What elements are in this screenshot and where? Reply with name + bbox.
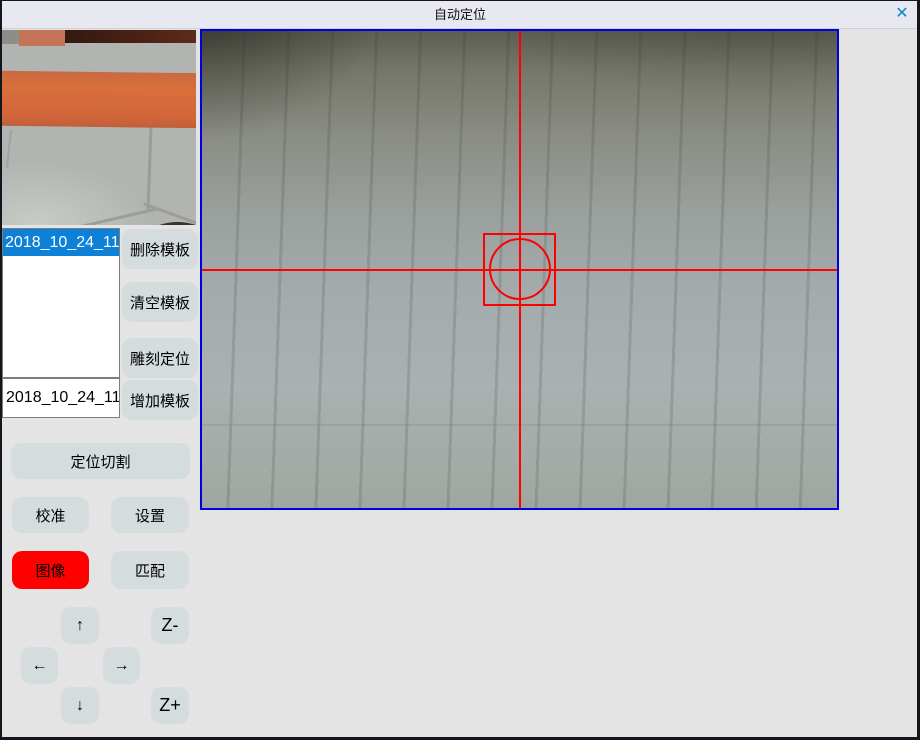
clear-templates-button[interactable]: 清空模板 [122, 282, 198, 322]
thumbnail-gray-patch [2, 30, 19, 44]
jog-z-plus-button[interactable]: Z+ [151, 687, 189, 724]
match-button[interactable]: 匹配 [111, 551, 189, 589]
engrave-position-button[interactable]: 雕刻定位 [122, 338, 198, 378]
template-list[interactable]: 2018_10_24_11 [2, 228, 120, 378]
roi-circle-marker [489, 238, 551, 300]
jog-down-button[interactable]: ↓ [61, 687, 99, 724]
add-template-button[interactable]: 增加模板 [122, 380, 198, 420]
window-title: 自动定位 [0, 0, 920, 29]
jog-right-button[interactable]: → [103, 647, 140, 684]
template-name-input[interactable] [2, 378, 120, 418]
image-button-active[interactable]: 图像 [12, 551, 89, 589]
jog-z-minus-button[interactable]: Z- [151, 607, 189, 644]
jog-left-button[interactable]: ← [21, 647, 58, 684]
position-cut-button[interactable]: 定位切割 [11, 443, 190, 479]
calibrate-button[interactable]: 校准 [12, 497, 89, 533]
thumbnail-orange-board [2, 71, 196, 129]
template-list-item-selected[interactable]: 2018_10_24_11 [3, 229, 119, 256]
thumbnail-dark-strip [65, 30, 196, 43]
template-thumbnail [2, 30, 196, 225]
jog-up-button[interactable]: ↑ [61, 607, 99, 644]
camera-view[interactable] [200, 29, 839, 510]
settings-button[interactable]: 设置 [111, 497, 189, 533]
auto-position-window: 自动定位 ✕ 2018_10_24_11 删除模板 清空模板 雕刻定位 增加模板… [0, 0, 920, 740]
title-bar[interactable]: 自动定位 ✕ [0, 0, 920, 29]
thumbnail-salmon-patch [19, 30, 65, 46]
delete-template-button[interactable]: 删除模板 [122, 229, 198, 269]
close-icon[interactable]: ✕ [891, 3, 913, 25]
